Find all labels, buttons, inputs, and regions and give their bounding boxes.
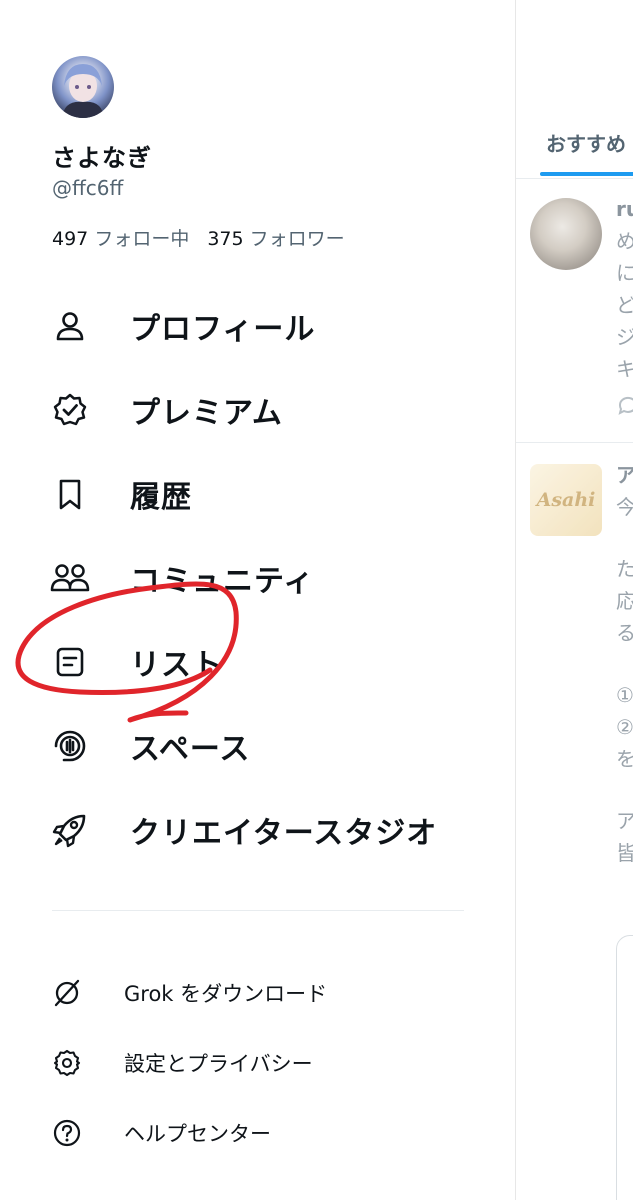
avatar-illustration-icon <box>62 64 104 118</box>
post-author-name[interactable]: ア <box>616 460 633 490</box>
avatar[interactable] <box>52 56 114 118</box>
post-text-line: ② <box>616 715 633 739</box>
rocket-icon <box>50 810 90 850</box>
post-text-line: る <box>616 618 633 648</box>
tab-recommended[interactable]: おすすめ <box>546 128 626 157</box>
menu-item-creator-studio[interactable]: クリエイタースタジオ <box>0 788 515 872</box>
menu-divider <box>52 910 464 911</box>
menu-item-label: コミュニティ <box>130 564 315 599</box>
navigation-drawer: さよなぎ @ffc6ff 497 フォロー中 375 フォロワー プロフィール プ… <box>0 0 515 1200</box>
menu-item-spaces[interactable]: スペース <box>0 704 515 788</box>
communities-icon <box>50 558 90 598</box>
secondary-menu: Grok をダウンロード 設定とプライバシー ヘルプセンター <box>0 958 515 1168</box>
menu-item-settings-privacy[interactable]: 設定とプライバシー <box>0 1028 515 1098</box>
post-author-name[interactable]: ru <box>616 194 633 224</box>
post-text-line: 皆 <box>616 838 633 868</box>
menu-item-grok-download[interactable]: Grok をダウンロード <box>0 958 515 1028</box>
following-link[interactable]: 497 フォロー中 <box>52 228 189 250</box>
display-name[interactable]: さよなぎ <box>52 138 152 173</box>
menu-item-label: スペース <box>130 732 251 767</box>
post-text-line: キ <box>616 354 633 384</box>
verified-badge-icon <box>50 390 90 430</box>
post-text-line: ど <box>616 290 633 320</box>
post-media-card[interactable] <box>616 935 633 1200</box>
post-author-avatar[interactable]: Asahi <box>530 464 602 536</box>
timeline-divider <box>516 178 633 179</box>
followers-count: 375 <box>207 228 244 250</box>
grok-icon <box>52 978 82 1008</box>
post-text-line: 応 <box>616 586 633 616</box>
post-text-line: 今 <box>616 492 633 522</box>
bookmark-icon <box>50 474 90 514</box>
menu-item-help-center[interactable]: ヘルプセンター <box>0 1098 515 1168</box>
tab-active-indicator <box>540 172 633 176</box>
menu-item-label: 履歴 <box>130 480 192 515</box>
reply-icon[interactable] <box>616 394 633 418</box>
person-icon <box>50 306 90 346</box>
menu-item-label: プレミアム <box>130 396 283 431</box>
following-count: 497 <box>52 228 89 250</box>
post-text-line: ジ <box>616 322 633 352</box>
follow-stats: 497 フォロー中 375 フォロワー <box>52 224 345 251</box>
menu-item-history[interactable]: 履歴 <box>0 452 515 536</box>
menu-item-profile[interactable]: プロフィール <box>0 284 515 368</box>
menu-item-lists[interactable]: リスト <box>0 620 515 704</box>
menu-item-label: プロフィール <box>130 312 316 347</box>
menu-item-label: リスト <box>130 648 223 683</box>
following-label: フォロー中 <box>94 228 190 250</box>
followers-link[interactable]: 375 フォロワー <box>207 228 344 250</box>
menu-item-premium[interactable]: プレミアム <box>0 368 515 452</box>
spaces-icon <box>50 726 90 766</box>
timeline-divider <box>516 442 633 443</box>
followers-label: フォロワー <box>249 228 345 250</box>
menu-item-label: クリエイタースタジオ <box>130 816 438 851</box>
menu-item-label: 設定とプライバシー <box>124 1052 313 1076</box>
post-author-avatar[interactable] <box>530 198 602 270</box>
menu-item-label: ヘルプセンター <box>124 1122 271 1146</box>
brand-logo-text: Asahi <box>536 489 596 511</box>
gear-icon <box>52 1048 82 1078</box>
help-icon <box>52 1118 82 1148</box>
post-text-line: ① <box>616 683 633 707</box>
user-handle: @ffc6ff <box>52 176 124 200</box>
post-text-line: を <box>616 744 633 774</box>
menu-item-label: Grok をダウンロード <box>124 982 328 1006</box>
menu-item-communities[interactable]: コミュニティ <box>0 536 515 620</box>
post-text-line: め <box>616 226 633 256</box>
background-timeline: おすすめ ru め に ど ジ キ Asahi ア 今 た 応 る ① ② を … <box>515 0 633 1200</box>
post-text-line: た <box>616 554 633 584</box>
post-text-line: に <box>616 258 633 288</box>
post-text-line: ア <box>616 806 633 836</box>
drawer-menu: プロフィール プレミアム 履歴 コミュニティ リスト スペース クリエイタースタ… <box>0 284 515 872</box>
lists-icon <box>50 642 90 682</box>
